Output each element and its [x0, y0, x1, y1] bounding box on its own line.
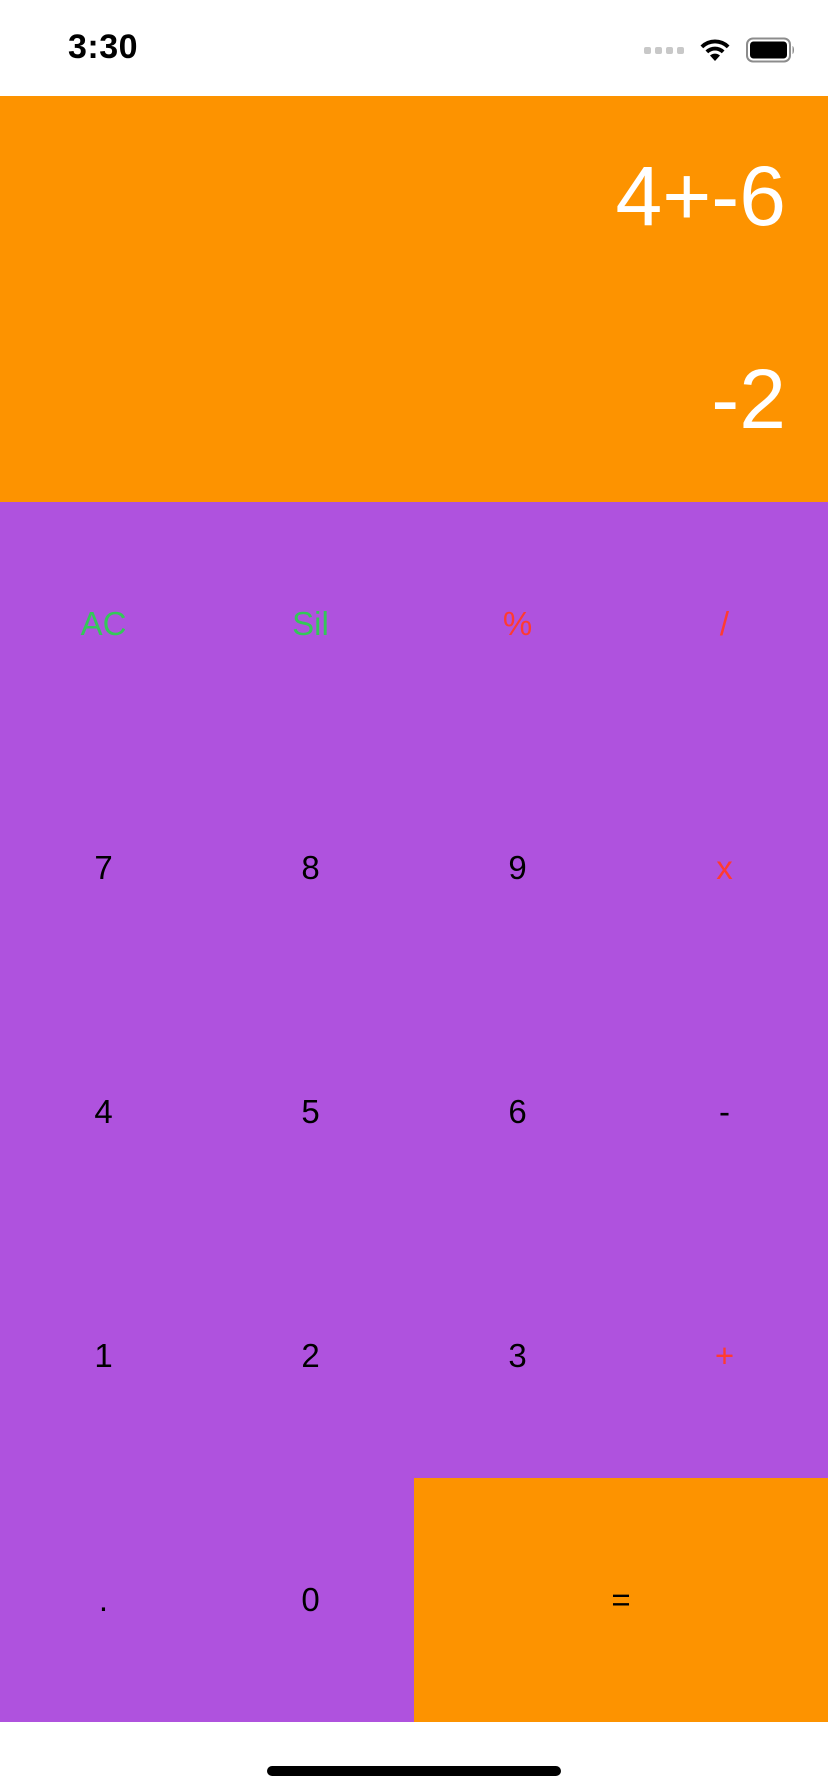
percent-button[interactable]: %: [414, 502, 621, 746]
zero-button[interactable]: 0: [207, 1478, 414, 1722]
status-bar: 3:30: [0, 0, 828, 96]
four-button[interactable]: 4: [0, 990, 207, 1234]
home-indicator[interactable]: [267, 1766, 561, 1776]
seven-button[interactable]: 7: [0, 746, 207, 990]
multiply-button[interactable]: x: [621, 746, 828, 990]
result-text: -2: [711, 352, 786, 446]
battery-icon: [746, 37, 794, 63]
three-button[interactable]: 3: [414, 1234, 621, 1478]
ac-button[interactable]: AC: [0, 502, 207, 746]
six-button[interactable]: 6: [414, 990, 621, 1234]
signal-icon: [644, 46, 684, 54]
decimal-button[interactable]: .: [0, 1478, 207, 1722]
delete-button[interactable]: Sil: [207, 502, 414, 746]
calculator-display: 4+-6 -2: [0, 96, 828, 502]
plus-button[interactable]: +: [621, 1234, 828, 1478]
nine-button[interactable]: 9: [414, 746, 621, 990]
status-time: 3:30: [68, 28, 139, 66]
keypad: AC Sil % / 7 8 9 x 4 5 6 - 1 2 3 + . 0 =: [0, 502, 828, 1722]
status-icons: [644, 34, 796, 66]
two-button[interactable]: 2: [207, 1234, 414, 1478]
eight-button[interactable]: 8: [207, 746, 414, 990]
home-indicator-area: [0, 1722, 828, 1792]
equals-button[interactable]: =: [414, 1478, 828, 1722]
wifi-icon: [700, 39, 730, 61]
minus-button[interactable]: -: [621, 990, 828, 1234]
divide-button[interactable]: /: [621, 502, 828, 746]
five-button[interactable]: 5: [207, 990, 414, 1234]
one-button[interactable]: 1: [0, 1234, 207, 1478]
expression-text: 4+-6: [615, 149, 786, 243]
calculator-screen: 3:30 4+-6 -2 AC Sil % / 7 8 9 x 4 5 6 - …: [0, 0, 828, 1792]
